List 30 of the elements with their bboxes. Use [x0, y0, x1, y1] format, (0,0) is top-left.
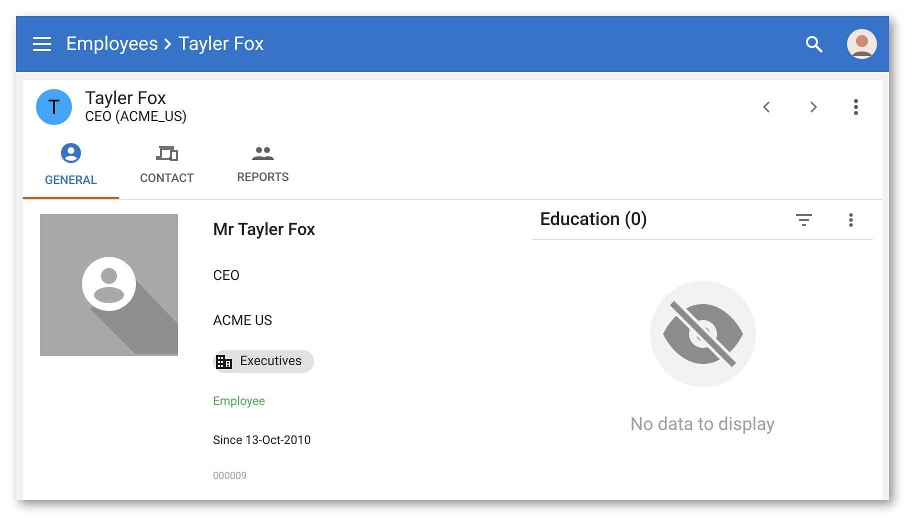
search-icon[interactable] — [805, 35, 823, 53]
more-icon[interactable] — [854, 99, 858, 115]
section-title: Education (0) — [540, 208, 648, 232]
filter-icon[interactable] — [795, 214, 813, 226]
employee-subtitle: CEO (ACME_US) — [85, 109, 187, 126]
avatar-icon[interactable] — [847, 29, 877, 59]
start-date: Since 13-Oct-2010 — [213, 432, 311, 449]
employment-status: Employee — [213, 393, 266, 410]
devices-icon — [156, 144, 178, 160]
chevron-left-icon[interactable] — [762, 100, 772, 114]
hidden-eye-icon — [650, 281, 756, 387]
tab[interactable]: GENERAL — [23, 134, 119, 199]
breadcrumb-link[interactable]: Employees — [66, 30, 158, 58]
tab[interactable]: REPORTS — [215, 134, 311, 199]
more-icon[interactable] — [849, 212, 853, 226]
page-title: Tayler Fox — [178, 30, 264, 57]
employee-id: 000009 — [213, 470, 247, 484]
group-label: Executives — [240, 352, 302, 371]
tab[interactable]: CONTACT — [119, 134, 215, 199]
menu-icon[interactable] — [32, 37, 52, 51]
account-circle-icon — [61, 142, 81, 162]
employee-name: Tayler Fox — [85, 88, 168, 109]
job-title: CEO — [213, 267, 240, 286]
full-name: Mr Tayler Fox — [213, 219, 316, 242]
company-name: ACME US — [213, 312, 272, 331]
people-icon — [252, 146, 274, 160]
chevron-right-icon[interactable] — [808, 100, 818, 114]
empty-message: No data to display — [630, 413, 775, 437]
avatar-initial: T — [36, 89, 72, 125]
chevron-right-icon — [163, 37, 174, 51]
